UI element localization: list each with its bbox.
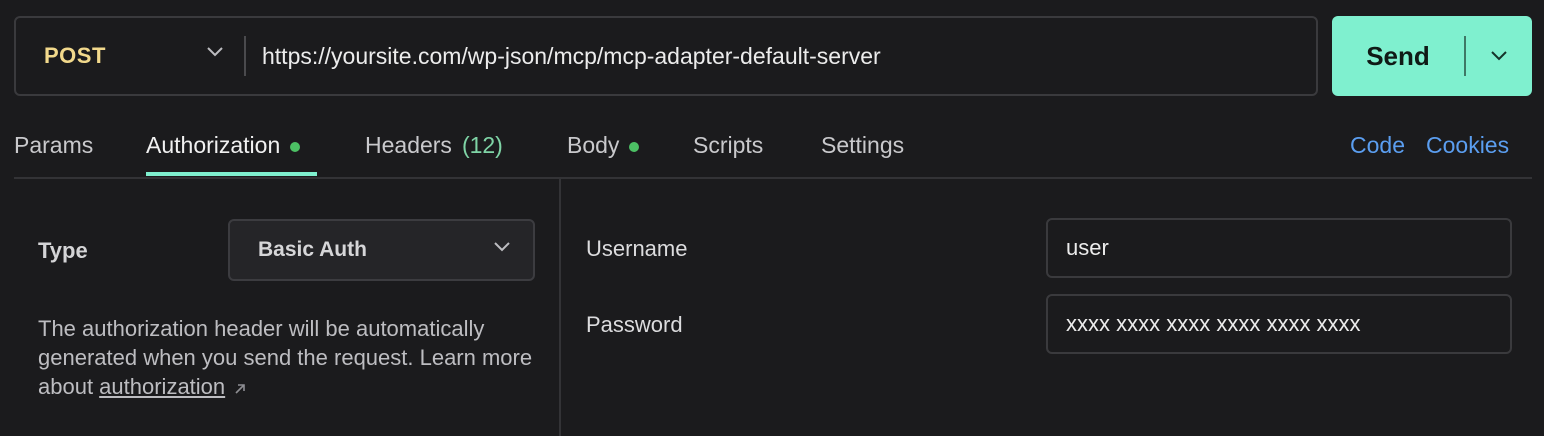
username-label: Username	[586, 236, 688, 261]
url-input[interactable]	[246, 18, 1316, 94]
code-link[interactable]: Code	[1350, 120, 1405, 178]
tab-label: Authorization	[146, 132, 281, 158]
method-selector[interactable]: POST	[16, 18, 244, 94]
send-button-group: Send	[1332, 16, 1532, 96]
tab-label: Settings	[821, 132, 905, 158]
auth-type-select[interactable]: Basic Auth	[228, 219, 535, 281]
external-link-icon	[235, 384, 245, 394]
tab-label: Scripts	[693, 132, 764, 158]
chevron-down-icon	[494, 242, 510, 252]
authorization-docs-link[interactable]: authorization	[99, 374, 225, 399]
chevron-down-icon	[1491, 51, 1507, 61]
code-link-label: Code	[1350, 132, 1405, 158]
method-label: POST	[44, 43, 106, 68]
send-options-button[interactable]	[1466, 16, 1532, 96]
headers-count-badge: (12)	[461, 132, 503, 158]
tab-params[interactable]: Params	[14, 120, 93, 178]
username-input[interactable]	[1046, 218, 1512, 278]
auth-type-value: Basic Auth	[258, 238, 367, 261]
status-dot-icon	[290, 142, 301, 152]
tab-headers[interactable]: Headers (12)	[365, 120, 503, 178]
password-label: Password	[586, 312, 683, 337]
auth-description: The authorization header will be automat…	[38, 314, 548, 401]
cookies-link[interactable]: Cookies	[1426, 120, 1509, 178]
chevron-down-icon	[207, 47, 223, 57]
tab-body[interactable]: Body	[567, 120, 640, 178]
tab-scripts[interactable]: Scripts	[693, 120, 763, 178]
request-url-bar: POST	[14, 16, 1318, 96]
tab-authorization[interactable]: Authorization	[146, 120, 301, 178]
tab-settings[interactable]: Settings	[821, 120, 904, 178]
auth-type-label: Type	[38, 238, 88, 263]
send-button[interactable]: Send	[1332, 16, 1464, 96]
status-dot-icon	[629, 142, 640, 152]
cookies-link-label: Cookies	[1426, 132, 1510, 158]
tabs-divider	[14, 177, 1532, 179]
tab-label: Params	[14, 132, 94, 158]
password-input[interactable]	[1046, 294, 1512, 354]
request-tabs: Params Authorization Headers (12) Body S…	[0, 120, 1544, 178]
tab-label: Body	[567, 132, 620, 158]
panel-divider	[559, 179, 561, 436]
active-tab-indicator	[146, 172, 317, 176]
tab-label: Headers	[365, 132, 452, 158]
